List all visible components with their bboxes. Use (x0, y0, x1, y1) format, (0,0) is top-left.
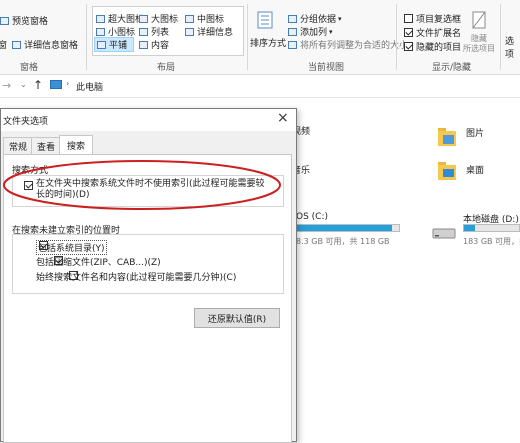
up-arrow-icon[interactable]: ↑ (33, 78, 43, 92)
options-button-partial[interactable]: 选项 (505, 34, 520, 60)
tab-search[interactable]: 搜索 (59, 135, 93, 155)
item-checkboxes-checkbox[interactable] (404, 14, 413, 23)
preview-pane-icon (0, 16, 9, 25)
layout-details[interactable]: 详细信息 (185, 25, 233, 38)
layout-tiles[interactable]: 平铺 (94, 37, 135, 52)
sort-by-icon (256, 10, 274, 30)
drive-d-usage-bar (463, 224, 520, 232)
drive-c-name[interactable]: OS (C:) (296, 212, 328, 222)
drive-d-usage-fill (464, 225, 475, 231)
layout-content[interactable]: 内容 (139, 38, 169, 51)
group-by-icon (288, 14, 297, 23)
include-system-dirs-label[interactable]: 包括系统目录(Y) (36, 240, 107, 255)
pictures-folder-label[interactable]: 图片 (466, 126, 484, 139)
xl-icons-icon (96, 14, 105, 23)
layout-list[interactable]: 列表 (139, 25, 169, 38)
dropdown-arrow-icon: ▾ (329, 27, 333, 36)
fit-columns-button[interactable]: 将所有列调整为合适的大小 (288, 38, 408, 51)
recent-dropdown-icon[interactable]: ⌄ (20, 80, 27, 89)
details-pane-label: 详细信息窗格 (24, 41, 79, 51)
ribbon-separator (500, 4, 501, 70)
ribbon-separator (396, 4, 397, 70)
annotation-ellipse (3, 160, 281, 210)
group-by-button[interactable]: 分组依据 ▾ (288, 12, 342, 25)
hidden-items-checkbox[interactable] (404, 42, 413, 51)
file-ext-toggle[interactable]: 文件扩展名 (404, 26, 461, 39)
desktop-folder-icon[interactable] (437, 160, 457, 180)
medium-icons-icon (185, 14, 194, 23)
small-icons-icon (96, 27, 105, 36)
breadcrumb-location[interactable]: 此电脑 (76, 80, 103, 93)
always-search-contents-label[interactable]: 始终搜索文件名和内容(此过程可能需要几分钟)(C) (36, 270, 236, 283)
address-bar: → ⌄ ↑ › 此电脑 (0, 75, 520, 98)
computer-icon (50, 80, 62, 89)
include-compressed-label[interactable]: 包括压缩文件(ZIP、CAB...)(Z) (36, 255, 161, 268)
show-hide-group-label: 显示/隐藏 (432, 63, 472, 73)
sort-by-button[interactable]: 排序方式 (250, 36, 286, 49)
nav-pane-partial[interactable]: 窗 (0, 38, 7, 51)
drive-d-free-text: 183 GB 可用，共 (463, 237, 520, 246)
close-icon[interactable]: × (277, 110, 289, 126)
fit-columns-icon (288, 40, 297, 49)
hide-selected-icon (470, 10, 488, 30)
dialog-titlebar: 文件夹选项 × (1, 109, 296, 131)
hide-selected-button[interactable]: 隐藏 所选项目 (462, 34, 496, 54)
item-checkboxes-toggle[interactable]: 项目复选框 (404, 12, 461, 25)
large-icons-icon (139, 14, 148, 23)
tiles-icon (97, 40, 106, 49)
breadcrumb-arrow-icon: › (66, 79, 70, 88)
details-icon (185, 27, 194, 36)
drive-c-free-text: 8.3 GB 可用，共 118 GB (296, 237, 390, 246)
pane-group-label: 窗格 (20, 63, 39, 73)
drive-c-usage-fill (297, 225, 392, 231)
ribbon-separator (86, 4, 87, 70)
desktop-folder-label[interactable]: 桌面 (466, 163, 484, 176)
layout-group-label: 布局 (157, 63, 176, 73)
preview-pane-button[interactable]: 预览窗格 (0, 14, 48, 27)
tab-view[interactable]: 查看 (31, 137, 61, 155)
tab-general[interactable]: 常规 (3, 137, 33, 155)
details-pane-button[interactable]: 详细信息窗格 (12, 38, 78, 51)
dialog-title: 文件夹选项 (3, 117, 49, 127)
ribbon-separator (247, 4, 248, 70)
current-view-group-label: 当前视图 (308, 63, 345, 73)
forward-arrow-icon[interactable]: → (2, 79, 11, 92)
add-columns-button[interactable]: 添加列 ▾ (288, 25, 333, 38)
pictures-folder-icon[interactable] (437, 126, 457, 146)
file-ext-checkbox[interactable] (404, 28, 413, 37)
drive-d-icon[interactable] (432, 226, 456, 243)
drive-c-usage-bar (296, 224, 400, 232)
add-columns-icon (288, 27, 297, 36)
list-icon (139, 27, 148, 36)
content-icon (139, 40, 148, 49)
preview-pane-label: 预览窗格 (12, 17, 49, 27)
restore-defaults-button[interactable]: 还原默认值(R) (194, 308, 280, 328)
layout-medium-icons[interactable]: 中图标 (185, 12, 224, 25)
details-pane-icon (12, 40, 21, 49)
hidden-items-toggle[interactable]: 隐藏的项目 (404, 40, 461, 53)
layout-xl-icons[interactable]: 超大图标 (96, 12, 144, 25)
ribbon: 预览窗格 窗 详细信息窗格 窗格 超大图标 大图标 中图标 小图标 列表 详细信… (0, 0, 520, 75)
layout-large-icons[interactable]: 大图标 (139, 12, 178, 25)
dropdown-arrow-icon: ▾ (338, 14, 342, 23)
